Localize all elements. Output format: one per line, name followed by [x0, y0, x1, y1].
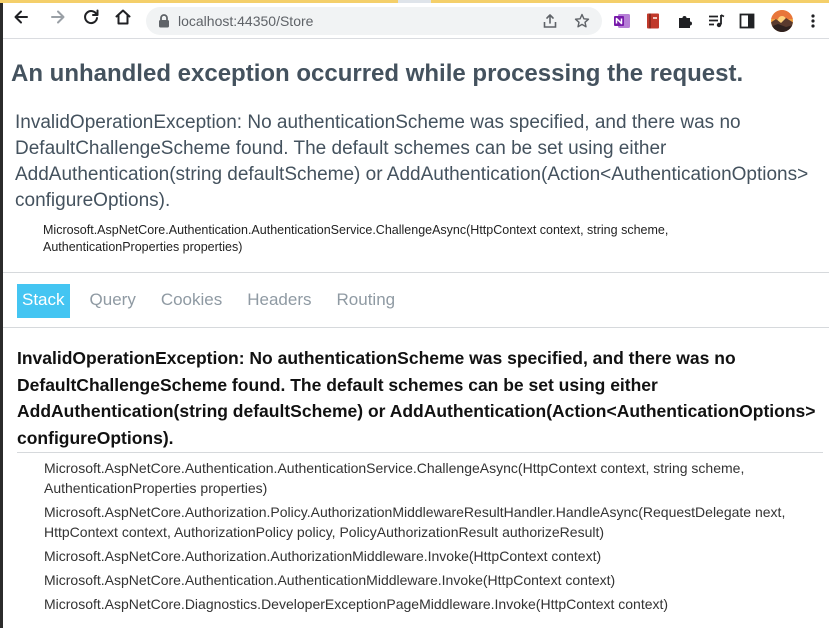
reload-icon	[82, 8, 100, 31]
error-message: InvalidOperationException: No authentica…	[15, 112, 809, 211]
home-button[interactable]	[111, 7, 135, 31]
tab-query[interactable]: Query	[85, 284, 141, 318]
tab-stack[interactable]: Stack	[17, 284, 70, 318]
stack-divider	[17, 452, 823, 453]
stack-frame[interactable]: Microsoft.AspNetCore.Diagnostics.Develop…	[44, 594, 819, 614]
stack-frame[interactable]: Microsoft.AspNetCore.Authorization.Autho…	[44, 546, 819, 566]
address-bar[interactable]: localhost:44350/Store	[146, 7, 602, 35]
tab-divider	[3, 327, 829, 328]
tab-bar: Stack Query Cookies Headers Routing	[17, 284, 415, 318]
avatar[interactable]	[770, 9, 794, 33]
stack-exception-heading: InvalidOperationException: No authentica…	[17, 348, 816, 448]
lock-icon[interactable]	[156, 13, 172, 29]
puzzle-icon[interactable]	[675, 11, 695, 31]
stack-frame[interactable]: Microsoft.AspNetCore.Authorization.Polic…	[44, 502, 819, 542]
browser-toolbar: localhost:44350/Store	[3, 3, 829, 39]
more-options-icon[interactable]	[803, 11, 823, 31]
home-icon	[114, 8, 132, 31]
stack-frames: Microsoft.AspNetCore.Authentication.Auth…	[44, 458, 819, 618]
reload-button[interactable]	[79, 7, 103, 31]
share-icon[interactable]	[542, 13, 558, 29]
section-divider	[3, 272, 829, 273]
forward-button[interactable]	[46, 7, 70, 31]
media-queue-icon[interactable]	[706, 11, 726, 31]
tab-routing[interactable]: Routing	[332, 284, 401, 318]
stack-frame[interactable]: Microsoft.AspNetCore.Authentication.Auth…	[44, 458, 819, 498]
error-location: Microsoft.AspNetCore.Authentication.Auth…	[43, 223, 669, 254]
tab-headers[interactable]: Headers	[242, 284, 316, 318]
onenote-icon[interactable]	[612, 11, 632, 31]
tab-cookies[interactable]: Cookies	[156, 284, 227, 318]
page-title: An unhandled exception occurred while pr…	[11, 60, 744, 87]
address-url[interactable]: localhost:44350/Store	[178, 13, 313, 29]
side-panel-icon[interactable]	[737, 11, 757, 31]
back-button[interactable]	[9, 7, 33, 31]
star-icon[interactable]	[574, 13, 590, 29]
arrow-left-icon	[12, 8, 30, 31]
book-icon[interactable]	[643, 11, 663, 31]
stack-frame[interactable]: Microsoft.AspNetCore.Authentication.Auth…	[44, 570, 819, 590]
page-content: An unhandled exception occurred while pr…	[3, 39, 829, 628]
arrow-right-icon	[49, 8, 67, 31]
